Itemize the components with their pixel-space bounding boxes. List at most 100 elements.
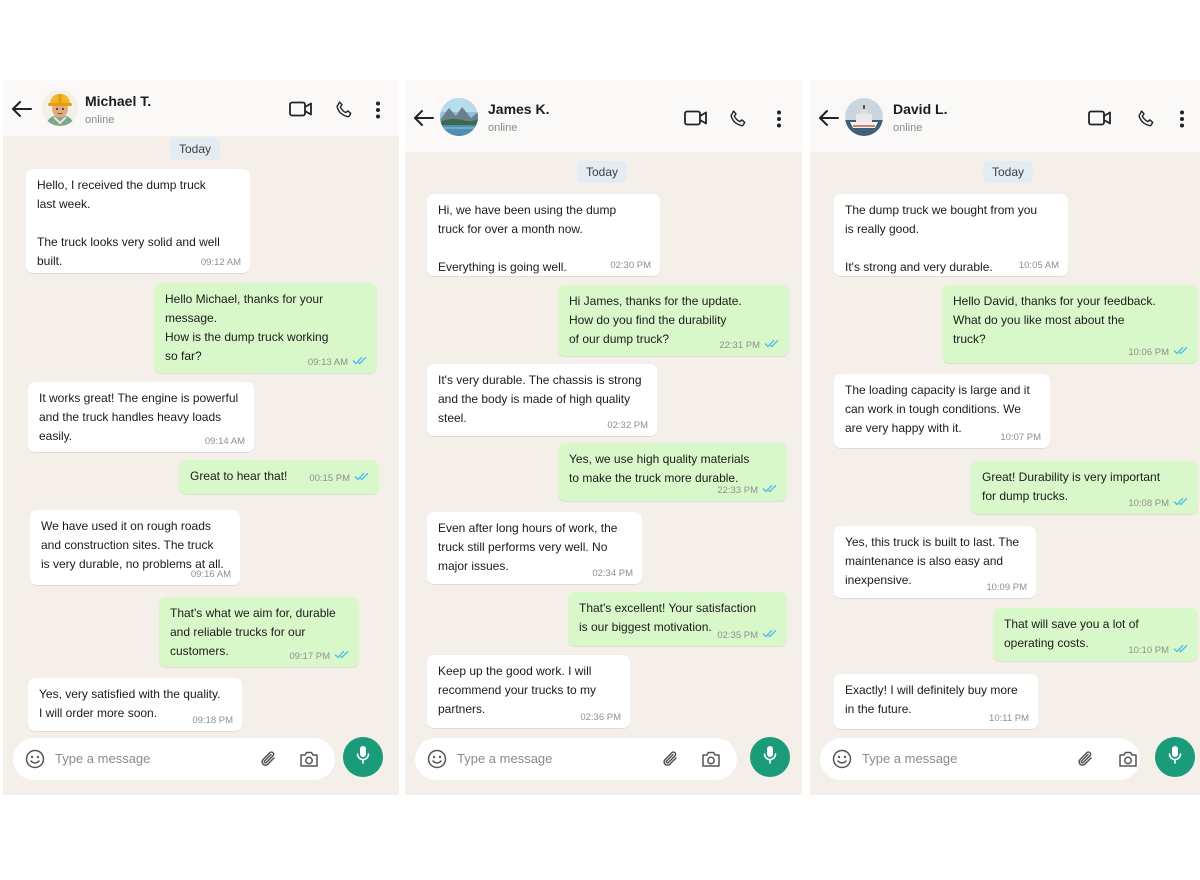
message-received[interactable]: Hello, I received the dump truck last we… [26,169,250,273]
message-sent[interactable]: That will save you a lot of operating co… [993,608,1198,661]
chat-panel-david: David L. online Today The dump truck we … [810,80,1200,795]
message-input[interactable]: Type a message [415,738,737,780]
message-text: The loading capacity is large and it can… [845,383,1030,435]
message-composer: Type a message [810,733,1200,795]
message-meta: 10:06 PM [1128,346,1189,359]
message-sent[interactable]: Hello David, thanks for your feedback. W… [942,285,1198,363]
phone-call-icon[interactable] [334,100,354,125]
back-arrow-icon[interactable] [819,110,839,131]
message-meta: 02:36 PM [580,712,621,724]
message-time: 22:31 PM [719,339,760,351]
message-time: 10:10 PM [1128,644,1169,656]
read-receipt-icon [1173,497,1189,510]
read-receipt-icon [764,339,780,352]
message-received[interactable]: Keep up the good work. I will recommend … [427,655,630,728]
message-received[interactable]: Yes, very satisfied with the quality. I … [28,678,242,731]
avatar[interactable] [42,90,78,126]
message-received[interactable]: It works great! The engine is powerful a… [28,382,254,452]
attachment-icon[interactable] [1076,749,1096,774]
message-meta: 22:33 PM [717,484,778,497]
phone-call-icon[interactable] [1136,109,1156,134]
video-call-icon[interactable] [684,110,708,131]
message-meta: 10:09 PM [986,582,1027,594]
date-separator: Today [577,161,628,183]
message-meta: 09:18 PM [192,715,233,727]
video-call-icon[interactable] [1088,110,1112,131]
message-sent[interactable]: Great! Durability is very important for … [971,461,1198,514]
message-meta: 09:16 AM [191,569,231,581]
voice-message-button[interactable] [1155,737,1195,777]
message-time: 10:08 PM [1128,497,1169,509]
message-meta: 02:34 PM [592,568,633,580]
message-received[interactable]: The loading capacity is large and it can… [834,374,1050,448]
message-sent[interactable]: Hi James, thanks for the update. How do … [558,285,789,356]
contact-status: online [488,122,518,134]
message-sent[interactable]: Hello Michael, thanks for your message. … [154,283,377,373]
contact-name[interactable]: James K. [488,101,549,117]
back-arrow-icon[interactable] [414,110,434,131]
message-input[interactable]: Type a message [13,738,335,780]
message-time: 09:16 AM [190,569,231,580]
attachment-icon[interactable] [661,749,681,774]
message-sent[interactable]: Great to hear that! 00:15 PM [179,460,379,494]
message-placeholder: Type a message [862,751,958,766]
camera-icon[interactable] [701,750,721,773]
message-received[interactable]: Even after long hours of work, the truck… [427,512,642,584]
message-meta: 09:14 AM [205,436,245,448]
message-sent[interactable]: That's excellent! Your satisfaction is o… [568,592,787,646]
message-received[interactable]: Yes, this truck is built to last. The ma… [834,526,1036,598]
message-received[interactable]: Hi, we have been using the dump truck fo… [427,194,660,276]
more-options-icon[interactable] [375,101,381,124]
voice-message-button[interactable] [750,737,790,777]
message-received[interactable]: It's very durable. The chassis is strong… [427,364,657,436]
contact-name[interactable]: Michael T. [85,93,151,109]
message-text: Hello Michael, thanks for your message. … [165,292,329,363]
message-received[interactable]: Exactly! I will definitely buy more in t… [834,674,1038,729]
message-received[interactable]: We have used it on rough roads and const… [30,510,240,585]
attachment-icon[interactable] [259,749,279,774]
message-time: 09:17 PM [289,650,330,662]
message-text: Hello David, thanks for your feedback. W… [953,294,1156,346]
message-meta: 09:12 AM [201,257,241,269]
voice-message-button[interactable] [343,737,383,777]
emoji-icon[interactable] [427,749,447,774]
message-time: 22:33 PM [717,484,758,496]
avatar[interactable] [845,98,883,136]
message-sent[interactable]: That's what we aim for, durable and reli… [159,597,359,667]
emoji-icon[interactable] [25,749,45,774]
message-time: 09:13 AM [307,356,348,368]
chat-panel-james: James K. online Today Hi, we have been u… [405,80,802,795]
message-composer: Type a message [405,733,802,795]
message-meta: 22:31 PM [719,339,780,352]
camera-icon[interactable] [1118,750,1138,773]
message-text: Yes, we use high quality materials to ma… [569,452,750,485]
message-meta: 02:35 PM [717,629,778,642]
message-time: 10:06 PM [1128,346,1169,358]
message-meta: 09:13 AM [308,356,368,369]
message-meta: 02:32 PM [607,420,648,432]
contact-status: online [893,122,923,134]
message-input[interactable]: Type a message [820,738,1140,780]
read-receipt-icon [1173,346,1189,359]
read-receipt-icon [354,472,370,485]
chat-panel-michael: Michael T. online Today Hello, I receive… [3,80,399,795]
video-call-icon[interactable] [289,101,313,122]
message-time: 00:15 PM [309,472,350,484]
camera-icon[interactable] [299,750,319,773]
emoji-icon[interactable] [832,749,852,774]
message-text: Keep up the good work. I will recommend … [438,664,597,716]
avatar[interactable] [440,98,478,136]
phone-call-icon[interactable] [728,109,748,134]
message-meta: 10:08 PM [1128,497,1189,510]
message-received[interactable]: The dump truck we bought from you is rea… [834,194,1068,276]
message-meta: 00:15 PM [309,472,370,485]
microphone-icon [1168,745,1182,770]
more-options-icon[interactable] [776,110,782,133]
back-arrow-icon[interactable] [12,101,32,122]
message-placeholder: Type a message [55,751,151,766]
more-options-icon[interactable] [1179,110,1185,133]
message-time: 02:32 PM [607,420,648,431]
contact-name[interactable]: David L. [893,101,947,117]
message-sent[interactable]: Yes, we use high quality materials to ma… [558,443,787,501]
read-receipt-icon [352,356,368,369]
